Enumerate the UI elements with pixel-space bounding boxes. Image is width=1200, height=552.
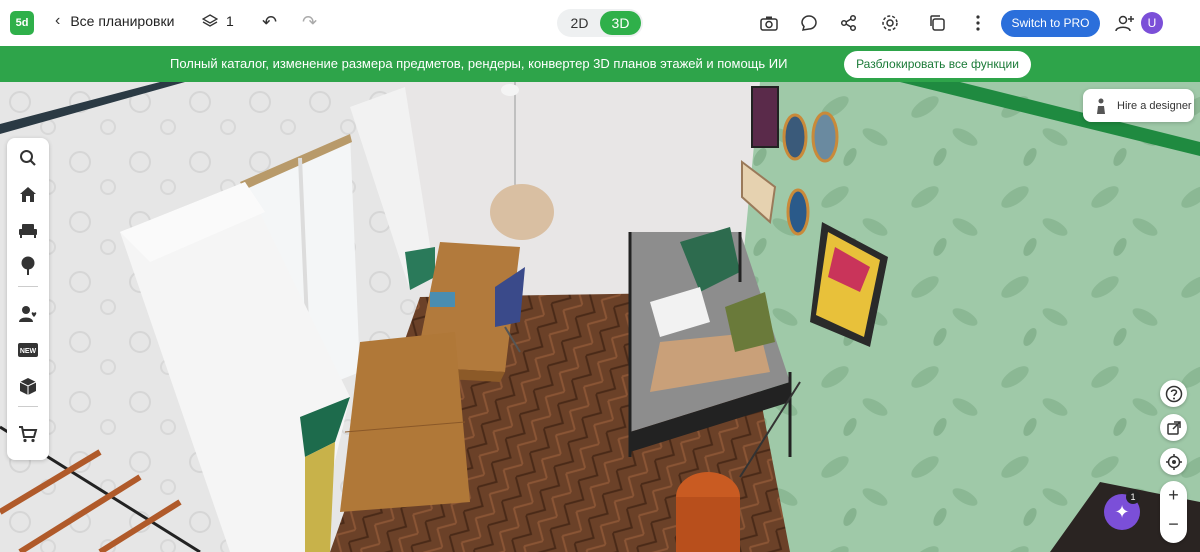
top-bar: 5d ‹ Все планировки 1 ↶ ↷ 2D 3D Switch t… xyxy=(0,0,1200,46)
switch-to-pro-button[interactable]: Switch to PRO xyxy=(1001,10,1100,37)
3d-viewport[interactable] xyxy=(0,82,1200,552)
cart-icon[interactable] xyxy=(18,424,38,444)
camera-icon[interactable] xyxy=(758,12,780,34)
help-icon[interactable] xyxy=(1160,380,1187,407)
svg-text:NEW: NEW xyxy=(20,348,37,355)
toolbar-divider xyxy=(18,286,38,287)
settings-icon[interactable] xyxy=(879,12,901,34)
redo-icon[interactable]: ↷ xyxy=(302,12,317,33)
new-badge-icon[interactable]: NEW xyxy=(18,340,38,360)
designer-icon xyxy=(1097,98,1105,114)
share-icon[interactable] xyxy=(838,12,860,34)
notification-badge: 1 xyxy=(1126,490,1140,504)
user-heart-icon[interactable] xyxy=(18,304,38,324)
comment-icon[interactable] xyxy=(798,12,820,34)
view-mode-toggle[interactable]: 2D 3D xyxy=(557,9,643,37)
toolbar-divider xyxy=(18,406,38,407)
undo-icon[interactable]: ↶ xyxy=(262,12,277,33)
zoom-control: + − xyxy=(1160,481,1187,543)
sparkle-icon: ✦ xyxy=(1114,501,1130,522)
floors-selector[interactable]: 1 xyxy=(202,13,234,29)
layers-icon xyxy=(202,14,218,27)
app-logo[interactable]: 5d xyxy=(10,11,34,35)
more-icon[interactable] xyxy=(967,12,989,34)
left-toolbar: NEW xyxy=(7,138,49,460)
chevron-left-icon: ‹ xyxy=(55,12,61,29)
sofa-icon[interactable] xyxy=(18,220,38,240)
view-2d-button[interactable]: 2D xyxy=(559,11,600,35)
tree-icon[interactable] xyxy=(18,256,38,276)
external-link-icon[interactable] xyxy=(1160,414,1187,441)
floors-count: 1 xyxy=(226,13,234,29)
zoom-in-button[interactable]: + xyxy=(1160,485,1187,506)
avatar[interactable]: U xyxy=(1141,12,1163,34)
back-label: Все планировки xyxy=(70,13,175,29)
house-icon[interactable] xyxy=(18,184,38,204)
box-icon[interactable] xyxy=(18,376,38,396)
promo-text: Полный каталог, изменение размера предме… xyxy=(170,56,788,71)
back-to-plans-link[interactable]: ‹ Все планировки xyxy=(55,12,174,30)
promo-banner: Полный каталог, изменение размера предме… xyxy=(0,46,1200,82)
room-render xyxy=(0,82,1200,552)
locate-icon[interactable] xyxy=(1160,448,1187,475)
view-3d-button[interactable]: 3D xyxy=(600,11,641,35)
zoom-out-button[interactable]: − xyxy=(1160,514,1187,535)
hire-designer-button[interactable]: Hire a designer xyxy=(1083,89,1194,122)
hire-designer-label: Hire a designer xyxy=(1117,99,1192,112)
unlock-features-button[interactable]: Разблокировать все функции xyxy=(844,51,1031,78)
copy-icon[interactable] xyxy=(926,12,948,34)
add-user-icon[interactable] xyxy=(1114,12,1136,34)
search-icon[interactable] xyxy=(18,148,38,168)
